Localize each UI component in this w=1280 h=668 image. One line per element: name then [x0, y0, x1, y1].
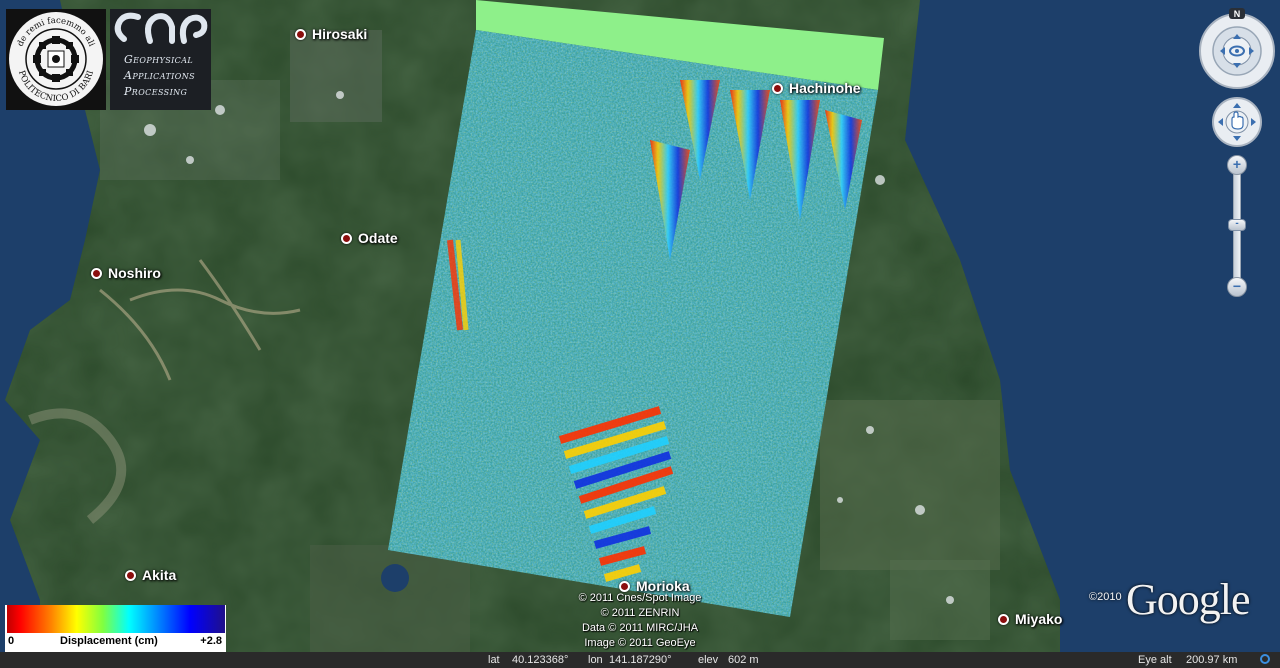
google-year: ©2010	[1089, 591, 1122, 603]
elev-label: elev	[698, 654, 719, 666]
copyright-line: Data © 2011 MIRC/JHA	[581, 622, 699, 634]
streaming-indicator-icon	[1260, 654, 1270, 664]
gap-line-3: Processing	[124, 85, 188, 98]
legend-title: Displacement (cm)	[60, 635, 158, 647]
status-bar: lat 40.123368° lon 141.187290° elev 602 …	[0, 652, 1280, 668]
color-scale-bar	[7, 605, 225, 633]
zoom-handle[interactable]: -	[1228, 219, 1246, 231]
city-noshiro[interactable]: Noshiro	[91, 265, 161, 281]
legend-min-label: 0	[8, 635, 15, 647]
city-marker-icon[interactable]	[772, 82, 783, 94]
eye-alt-label: Eye alt	[1138, 654, 1172, 666]
north-indicator[interactable]: N	[1234, 9, 1241, 19]
zoom-slider[interactable]: + - −	[1227, 155, 1247, 298]
google-wordmark: Google	[1126, 575, 1251, 624]
zoom-out-button[interactable]: −	[1227, 277, 1247, 297]
city-marker-icon[interactable]	[619, 580, 630, 592]
lat-label: lat	[488, 654, 500, 666]
city-hachinohe[interactable]: Hachinohe	[772, 80, 861, 96]
google-logo: ©2010 Google	[1089, 574, 1251, 625]
city-marker-icon[interactable]	[91, 267, 102, 279]
city-marker-icon[interactable]	[998, 613, 1009, 625]
copyright-line: © 2011 Cnes/Spot Image	[578, 592, 702, 604]
city-marker-icon[interactable]	[295, 28, 306, 40]
elev-value: 602 m	[728, 654, 759, 666]
gap-logo: Geophysical Applications Processing	[110, 9, 211, 110]
city-odate[interactable]: Odate	[341, 230, 398, 246]
displacement-legend: 0 Displacement (cm) +2.8	[5, 605, 226, 652]
lon-label: lon	[588, 654, 603, 666]
copyright-line: Image © 2011 GeoEye	[584, 637, 696, 649]
lake	[381, 564, 409, 592]
gap-line-1: Geophysical	[124, 53, 194, 66]
look-control[interactable]: N	[1198, 8, 1276, 90]
copyright-line: © 2011 ZENRIN	[600, 607, 680, 619]
move-control[interactable]	[1212, 97, 1262, 147]
lon-value: 141.187290°	[609, 654, 672, 666]
city-marker-icon[interactable]	[125, 569, 136, 581]
city-marker-icon[interactable]	[341, 232, 352, 244]
lat-value: 40.123368°	[512, 654, 569, 666]
city-hirosaki[interactable]: Hirosaki	[295, 26, 367, 42]
gap-mark-icon	[114, 12, 208, 44]
gap-line-2: Applications	[124, 69, 195, 82]
eye-alt-value: 200.97 km	[1186, 654, 1238, 666]
city-akita[interactable]: Akita	[125, 567, 176, 583]
imagery-copyright: © 2011 Cnes/Spot Image © 2011 ZENRIN Dat…	[555, 591, 725, 651]
city-miyako[interactable]: Miyako	[998, 611, 1062, 627]
legend-max-label: +2.8	[200, 635, 222, 647]
politecnico-seal-logo: de remi facemmo ali POLITECNICO DI BARI	[6, 9, 106, 110]
zoom-in-button[interactable]: +	[1227, 155, 1247, 175]
